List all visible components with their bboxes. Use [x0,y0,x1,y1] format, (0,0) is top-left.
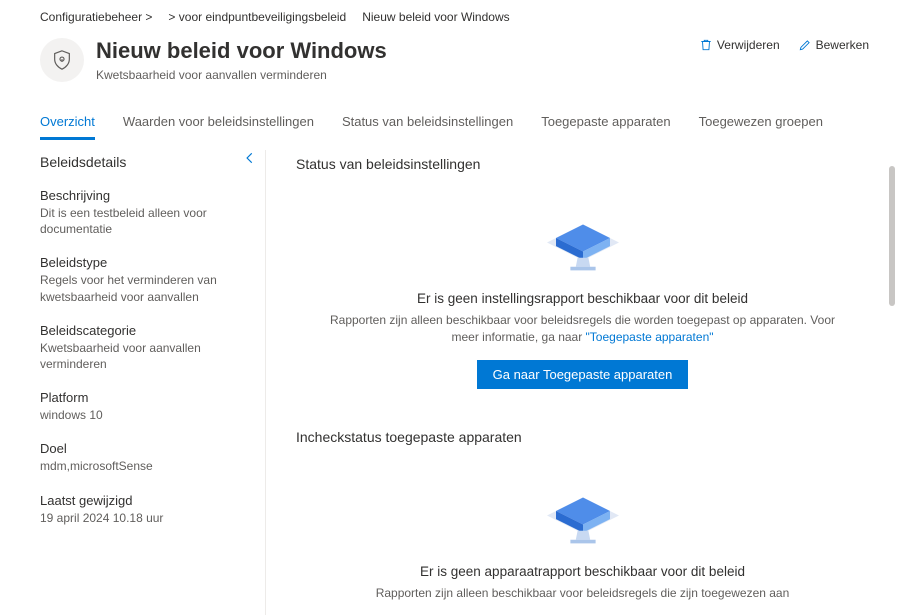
collapse-panel-button[interactable] [243,151,257,170]
breadcrumb-item-3: Nieuw beleid voor Windows [362,10,509,24]
category-value: Kwetsbaarheid voor aanvallen verminderen [40,340,257,372]
devices-empty-text: Rapporten zijn alleen beschikbaar voor b… [326,585,839,602]
checkin-status-title: Incheckstatus toegepaste apparaten [296,429,869,445]
platform-value: windows 10 [40,407,257,423]
scrollbar-thumb[interactable] [889,166,895,306]
target-value: mdm,microsoftSense [40,458,257,474]
details-panel: Beleidsdetails Beschrijving Dit is een t… [40,150,265,615]
modified-value: 19 april 2024 10.18 uur [40,510,257,526]
pencil-icon [798,38,812,52]
type-label: Beleidstype [40,255,257,270]
breadcrumb-item-2[interactable]: > voor eindpuntbeveiligingsbeleid [168,10,346,24]
description-value: Dit is een testbeleid alleen voor docume… [40,205,257,237]
breadcrumb-item-1[interactable]: Configuratiebeheer > [40,10,152,24]
type-value: Regels voor het verminderen van kwetsbaa… [40,272,257,304]
settings-status-title: Status van beleidsinstellingen [296,156,869,172]
tab-settings-status[interactable]: Status van beleidsinstellingen [342,108,513,140]
monitor-icon [538,475,628,547]
details-panel-title: Beleidsdetails [40,150,126,170]
policy-shield-icon [40,38,84,82]
tab-overview[interactable]: Overzicht [40,108,95,140]
tab-settings-values[interactable]: Waarden voor beleidsinstellingen [123,108,314,140]
chevron-left-icon [243,151,257,165]
go-to-applied-devices-button[interactable]: Ga naar Toegepaste apparaten [477,360,689,389]
category-label: Beleidscategorie [40,323,257,338]
settings-empty-text: Rapporten zijn alleen beschikbaar voor b… [326,312,839,346]
target-label: Doel [40,441,257,456]
page-title: Nieuw beleid voor Windows [96,38,687,64]
devices-empty-heading: Er is geen apparaatrapport beschikbaar v… [326,564,839,579]
tab-applied-devices[interactable]: Toegepaste apparaten [541,108,670,140]
modified-label: Laatst gewijzigd [40,493,257,508]
main-content: Status van beleidsinstellingen Er is gee… [265,150,869,615]
tab-assigned-groups[interactable]: Toegewezen groepen [699,108,823,140]
settings-empty-heading: Er is geen instellingsrapport beschikbaa… [326,291,839,306]
description-label: Beschrijving [40,188,257,203]
trash-icon [699,38,713,52]
platform-label: Platform [40,390,257,405]
monitor-icon [538,202,628,274]
delete-button[interactable]: Verwijderen [699,38,780,52]
page-subtitle: Kwetsbaarheid voor aanvallen verminderen [96,68,687,82]
edit-button[interactable]: Bewerken [798,38,869,52]
tabs: Overzicht Waarden voor beleidsinstelling… [40,108,869,140]
breadcrumb[interactable]: Configuratiebeheer > > voor eindpuntbeve… [40,10,869,24]
applied-devices-link[interactable]: "Toegepaste apparaten" [586,330,714,344]
